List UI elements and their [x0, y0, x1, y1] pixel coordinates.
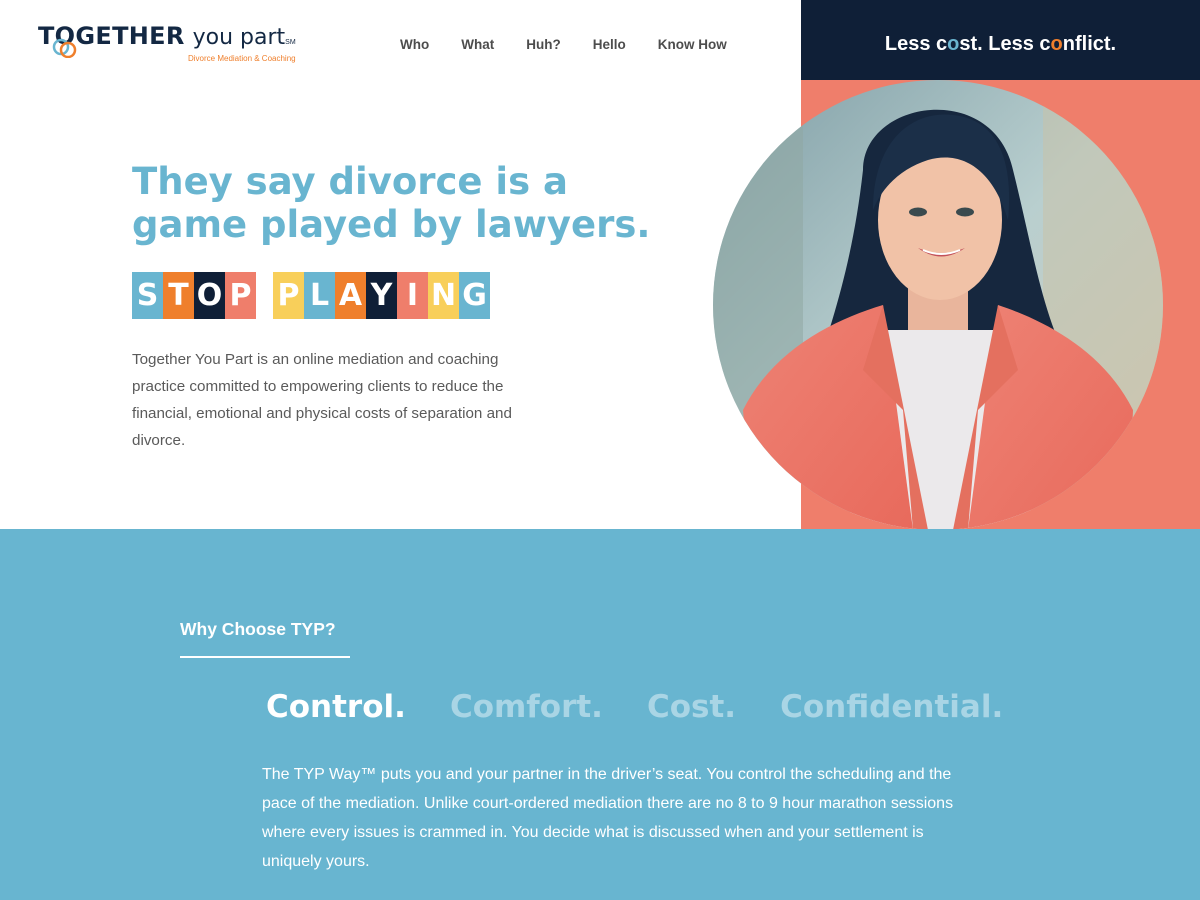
tab-comfort[interactable]: Comfort. [450, 689, 603, 725]
stop-playing-letter-tile: T [163, 272, 194, 319]
hero-headline: They say divorce is a game played by law… [132, 160, 651, 246]
slogan-accent-letter: o [947, 33, 960, 55]
nav-item-hello[interactable]: Hello [593, 37, 626, 52]
stop-playing-banner: STOPPLAYING [132, 272, 490, 319]
slogan-text: Less cost. Less conflict. [801, 33, 1200, 56]
stop-playing-letter-tile: G [459, 272, 490, 319]
logo-tagline: Divorce Mediation & Coaching [188, 54, 296, 63]
stop-playing-letter-tile: L [304, 272, 335, 319]
brand-logo[interactable]: TOGETHER you part SM Divorce Mediation &… [38, 22, 296, 63]
logo-name-light: you part [192, 25, 286, 50]
stop-playing-letter-tile: P [273, 272, 304, 319]
tab-confidential[interactable]: Confidential. [780, 689, 1003, 725]
stop-playing-letter-tile: P [225, 272, 256, 319]
hero-portrait-photo [713, 80, 1163, 530]
nav-item-huh[interactable]: Huh? [526, 37, 561, 52]
why-underline [180, 656, 350, 658]
interlocking-rings-icon [52, 38, 77, 58]
benefit-tabs: Control. Comfort. Cost. Confidential. [266, 689, 1047, 725]
stop-playing-letter-tile: N [428, 272, 459, 319]
slogan-part: Less c [884, 33, 948, 55]
stop-playing-letter-tile: I [397, 272, 428, 319]
nav-item-know-how[interactable]: Know How [658, 37, 727, 52]
slogan-accent-letter: o [1050, 33, 1063, 55]
stop-playing-spacer [256, 272, 273, 319]
stop-playing-letter-tile: Y [366, 272, 397, 319]
main-nav: Who What Huh? Hello Know How [400, 37, 759, 52]
intro-paragraph: Together You Part is an online mediation… [132, 351, 512, 449]
nav-item-what[interactable]: What [461, 37, 494, 52]
tab-cost[interactable]: Cost. [647, 689, 736, 725]
logo-trademark: SM [285, 39, 296, 46]
stop-playing-letter-tile: A [335, 272, 366, 319]
stop-playing-letter-tile: O [194, 272, 225, 319]
tab-control[interactable]: Control. [266, 689, 406, 725]
why-heading: Why Choose TYP? [180, 619, 336, 639]
page: TOGETHER you part SM Divorce Mediation &… [0, 0, 1200, 900]
nav-item-who[interactable]: Who [400, 37, 429, 52]
stop-playing-letter-tile: S [132, 272, 163, 319]
slogan-part: nflict. [1062, 33, 1117, 55]
portrait-illustration [713, 80, 1163, 530]
tab-body-text: The TYP Way™ puts you and your partner i… [262, 766, 954, 870]
slogan-part: st. Less c [959, 33, 1051, 55]
